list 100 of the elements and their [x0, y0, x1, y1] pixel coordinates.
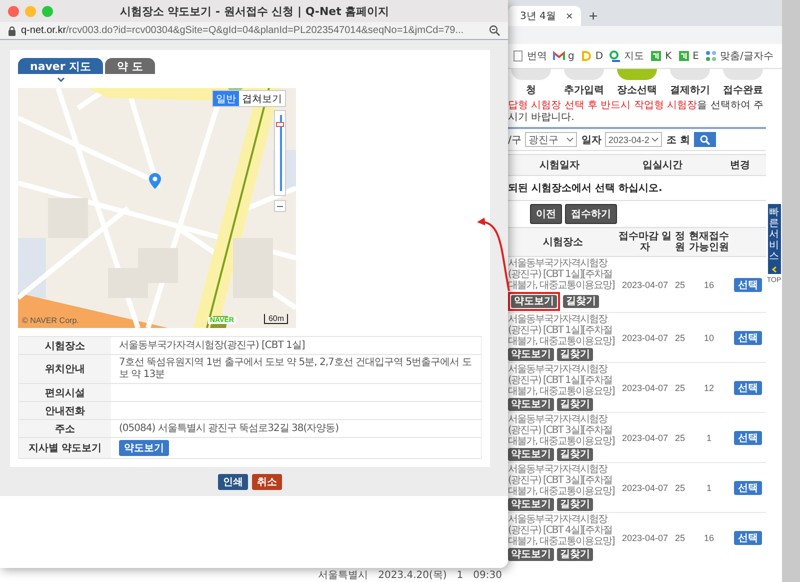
place-name: 서울동부국가자격시험장(광진구) [CBT 4실][주차절대불가, 대중교통이용요망] [508, 514, 616, 547]
column-header: 접수마감 일자 [618, 228, 672, 257]
date-select[interactable]: 2023-04-2 [605, 132, 662, 147]
select-button[interactable]: 선택 [734, 530, 762, 544]
directions-button[interactable]: 길찾기 [557, 498, 593, 511]
map-type-button[interactable]: 일반 [213, 91, 239, 106]
table-cell: 16 [704, 532, 714, 542]
select-button[interactable]: 선택 [734, 430, 762, 444]
select-button[interactable]: 선택 [734, 330, 762, 344]
table-cell: 25 [674, 432, 685, 442]
column-header: 시험일자 [538, 159, 580, 173]
d-logo-icon [580, 50, 592, 62]
column-header: 정원 [672, 228, 688, 257]
action-button[interactable]: 이전 [530, 204, 562, 224]
info-value: (05084) 서울특별시 광진구 뚝섬로32길 38(자양동) [111, 420, 481, 438]
table-cell: 12 [704, 382, 714, 392]
step-label: 장소선택 [617, 84, 657, 97]
info-label: 지사별 약도보기 [19, 438, 111, 459]
caret-icon [56, 77, 65, 82]
quick-service-button[interactable]: 빠른서비스 [768, 204, 780, 265]
square-logo-icon [650, 50, 662, 62]
map-view-button[interactable]: 약도보기 [508, 348, 554, 361]
bookmark[interactable]: 지도 [609, 49, 644, 63]
zoom-slider[interactable] [274, 110, 286, 196]
map-tab[interactable]: naver 지도 [18, 58, 104, 74]
square-logo-icon [678, 50, 690, 62]
column-header: 변경 [729, 159, 751, 173]
table-cell: 2023-04-07 [622, 332, 668, 342]
info-label: 주소 [19, 420, 111, 438]
table-cell: 2023-04-07 [622, 280, 668, 290]
table-cell: 2023-04-07 [622, 432, 668, 442]
info-value: 7호선 뚝섬유원지역 1번 출구에서 도보 약 5분, 2,7호선 건대입구역 5번출구에서 도보 약 13분 [111, 355, 481, 384]
url-text: q-net.or.kr/rcv003.do?id=rcv00304&gSite=Q&gId=04&planId=PL2023547014&seqNo=1&jmCd=79... [21, 25, 465, 36]
search-button[interactable] [694, 132, 716, 147]
filter-label: 일자 [581, 134, 602, 146]
action-button[interactable]: 접수하기 [565, 204, 617, 224]
table-cell: 1 [706, 432, 712, 442]
table-cell: 25 [674, 382, 685, 392]
directions-button[interactable]: 길찾기 [557, 448, 593, 461]
directions-button[interactable]: 길찾기 [557, 348, 593, 361]
cancel-button[interactable]: 취소 [252, 474, 282, 490]
directions-button[interactable]: 길찾기 [563, 295, 599, 308]
select-button[interactable]: 선택 [734, 480, 762, 494]
place-name: 서울동부국가자격시험장(광진구) [CBT 3실][주차절대불가, 대중교통이용요망] [508, 414, 616, 447]
window-title: 시험장소 약도보기 - 원서접수 신청 | Q-Net 홈페이지 [118, 4, 390, 18]
new-tab-button[interactable]: + [588, 9, 598, 24]
chevron-icon [566, 136, 574, 143]
table-cell: 25 [674, 532, 685, 542]
mail-icon [553, 50, 565, 62]
map-scale: 60m [264, 314, 288, 324]
select-button[interactable]: 선택 [734, 278, 762, 292]
bookmark[interactable]: g [553, 50, 574, 62]
table-cell: 2023-04-07 [622, 482, 668, 492]
bookmark[interactable]: 맞춤/글자수 [704, 49, 774, 63]
table-cell: 2023-04-07 [622, 532, 668, 542]
place-name: 서울동부국가자격시험장(광진구) [CBT 3실][주차절대불가, 대중교통이용요망] [508, 464, 616, 497]
zoom-icon[interactable] [489, 25, 500, 36]
chevron-icon [651, 136, 660, 143]
map-view-button[interactable]: 약도보기 [511, 295, 557, 308]
table-cell: 10 [704, 332, 714, 342]
table-cell: 1 [706, 482, 712, 492]
filter-label: 조 회 [666, 134, 690, 146]
bookmark[interactable]: K [650, 50, 672, 62]
map-tab[interactable]: 약 도 [105, 58, 155, 74]
map-view-button[interactable]: 약도보기 [508, 398, 554, 411]
select-button[interactable]: 선택 [734, 380, 762, 394]
info-label: 안내전화 [19, 402, 111, 420]
map-view-button[interactable]: 약도보기 [508, 498, 554, 511]
close-button[interactable] [8, 6, 19, 16]
map-pin-icon [609, 50, 622, 62]
column-header: 시험장소 [508, 228, 618, 257]
zoom-out-button[interactable] [274, 200, 286, 212]
map-drawing[interactable] [18, 88, 296, 328]
bookmark[interactable]: D [580, 50, 604, 62]
close-tab-button[interactable]: × [566, 10, 573, 22]
zoom-thumb[interactable] [276, 122, 284, 128]
map-view-button[interactable]: 약도보기 [508, 548, 554, 561]
step-label: 접수완료 [723, 84, 763, 97]
map-view-button[interactable]: 약도보기 [508, 448, 554, 461]
place-name: 서울동부국가자격시험장(광진구) [CBT 1실][주차절대불가, 대중교통이용요망] [508, 314, 616, 347]
search-icon [700, 134, 710, 144]
column-header: 현재접수 가능인원 [688, 228, 730, 257]
table-cell: 09:30 [473, 570, 502, 580]
print-button[interactable]: 인쇄 [218, 474, 248, 490]
lock-icon [8, 26, 16, 36]
region-select[interactable]: 광진구 [525, 132, 578, 147]
instruction-text: 되된 시험장소에서 선택 하십시오. [508, 176, 766, 201]
chevron-icon[interactable] [768, 265, 780, 274]
map-view-button[interactable]: 약도보기 [119, 440, 169, 456]
info-value: 서울동부국가자격시험장(광진구) [CBT 1실] [111, 337, 481, 355]
map-copyright: © NAVER Corp. [22, 316, 79, 325]
bookmark[interactable]: 번역 [512, 49, 547, 63]
directions-button[interactable]: 길찾기 [557, 398, 593, 411]
bookmark[interactable]: E [678, 50, 699, 62]
table-cell: 25 [674, 482, 685, 492]
info-label: 위치안내 [19, 355, 111, 384]
filter-label: /구 [508, 134, 522, 146]
table-cell: 16 [704, 280, 714, 290]
directions-button[interactable]: 길찾기 [557, 548, 593, 561]
browser-tab[interactable]: 3년 4월 × [508, 6, 581, 26]
